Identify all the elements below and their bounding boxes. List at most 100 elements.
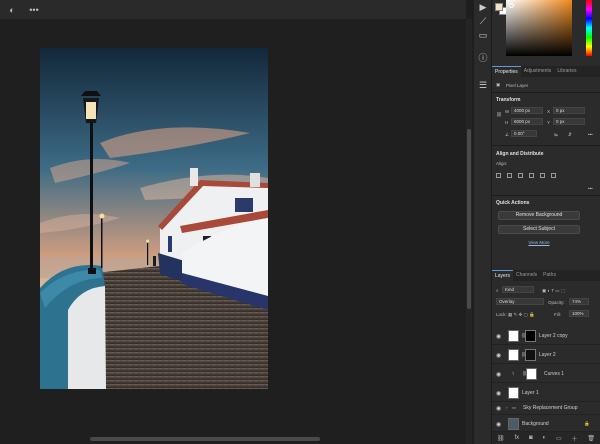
flip-vertical-icon[interactable]: ⇵ [568,132,572,138]
comment-icon[interactable]: ▭ [474,28,492,42]
x-label: X [547,109,551,114]
adjustment-layer-icon[interactable]: ◐ [542,435,546,441]
layer-name: Sky Replacement Group [523,405,578,411]
right-panel: Properties Adjustments Libraries ▣ Pixel… [492,0,600,444]
more-align-icon[interactable]: ••• [588,186,593,191]
curves-adjustment-icon: ⌇ [512,371,515,376]
brush-settings-icon[interactable]: ⟋ [474,14,492,28]
w-label: W [505,109,510,114]
more-options-icon[interactable]: ••• [588,132,593,137]
blend-mode-select[interactable]: Overlay [496,298,544,305]
divider [492,92,600,93]
lock-label: Lock: [496,312,507,317]
link-layers-icon[interactable]: ⛓ [497,435,505,442]
layer-name: Curves 1 [544,371,565,377]
eye-icon[interactable]: ◉ [496,405,501,412]
opacity-field[interactable]: 74% [569,298,589,305]
layer-row[interactable]: ◉ ⛓ Layer 2 copy [492,327,600,345]
color-picker-cursor[interactable] [509,3,514,8]
tab-adjustments[interactable]: Adjustments [521,66,555,77]
height-field[interactable]: 6000 px [511,118,543,125]
chevron-right-icon[interactable]: › [506,405,508,410]
pixel-layer-icon: ▣ [496,82,501,87]
add-mask-icon[interactable]: ◙ [529,435,533,441]
select-subject-button[interactable]: Select Subject [498,225,580,234]
align-left-icon[interactable] [496,173,501,178]
eye-icon[interactable]: ◉ [496,333,501,340]
layer-type-label: Pixel Layer [506,83,529,88]
layer-name: Layer 2 copy [539,333,568,339]
opacity-label: Opacity: [548,300,565,305]
align-right-icon[interactable] [518,173,523,178]
align-buttons [496,173,556,178]
layer-name: Layer 2 [539,352,556,358]
width-field[interactable]: 4000 px [511,107,543,114]
lock-icons[interactable]: ▦ ✎ ✥ ▢ 🔒 [508,312,535,318]
layer-mask-thumbnail[interactable] [525,330,536,342]
layer-row[interactable]: ◉ › ▭ Sky Replacement Group [492,401,600,415]
panel-tool-strip: ▶ ⟋ ▭ ⓘ ☰ [474,0,492,444]
delete-icon[interactable]: 🗑 [587,435,595,442]
new-layer-icon[interactable]: ＋ [572,434,578,443]
eye-icon[interactable]: ◉ [496,371,501,378]
tab-properties[interactable]: Properties [492,66,521,77]
layers-tabs: Layers Channels Paths [492,270,600,281]
filter-search-icon: ⌕ [496,288,499,293]
y-label: Y [547,120,551,125]
scroll-thumb[interactable] [467,129,471,309]
align-bottom-icon[interactable] [551,173,556,178]
angle-icon: ∠ [505,132,510,137]
align-center-icon[interactable] [507,173,512,178]
fill-field[interactable]: 100% [569,310,589,317]
half-circle-icon[interactable]: ◐ [6,4,18,16]
canvas-vertical-scrollbar[interactable] [466,19,472,444]
layer-thumbnail [508,330,519,342]
foreground-color-swatch[interactable] [495,3,503,11]
tab-libraries[interactable]: Libraries [554,66,579,77]
layer-row[interactable]: ◉ ⛓ Layer 2 [492,346,600,364]
color-picker-field[interactable] [506,0,572,56]
angle-field[interactable]: 0.00° [511,130,537,137]
new-group-icon[interactable]: ▭ [556,435,562,442]
photoshop-app: ◐ ••• ▶ ⟋ ▭ ⓘ ☰ Properties Adjustments L… [0,0,600,444]
flip-horizontal-icon[interactable]: ⇋ [554,132,558,138]
layer-row[interactable]: ◉ Layer 1 [492,384,600,402]
y-field[interactable]: 0 px [553,118,585,125]
tab-channels[interactable]: Channels [513,270,540,281]
eye-icon[interactable]: ◉ [496,390,501,397]
align-middle-icon[interactable] [540,173,545,178]
fx-icon[interactable]: fx [514,435,519,441]
align-top-icon[interactable] [529,173,534,178]
layer-name: Background [522,421,549,427]
filter-pixel-icon[interactable]: ▣ ◐ T ▭ ⬚ [542,288,565,294]
more-icon[interactable]: ••• [28,4,40,16]
quick-actions-heading[interactable]: Quick Actions [496,200,529,206]
x-field[interactable]: 0 px [553,107,585,114]
layer-mask-thumbnail[interactable] [526,368,537,380]
info-icon[interactable]: ⓘ [474,50,492,64]
layer-filter-select[interactable]: Kind [502,286,534,293]
lock-icon: 🔒 [584,421,590,426]
hue-slider[interactable] [586,0,592,56]
layers-bottom-bar: ⛓ fx ◙ ◐ ▭ ＋ 🗑 [492,432,600,444]
layer-row[interactable]: ◉ Background 🔒 [492,415,600,432]
layer-thumbnail [508,349,519,361]
adjust-icon[interactable]: ☰ [474,78,492,92]
canvas-horizontal-scrollbar[interactable] [90,437,320,441]
h-label: H [505,120,509,125]
play-icon[interactable]: ▶ [474,0,492,14]
tab-paths[interactable]: Paths [540,270,559,281]
layer-name: Layer 1 [522,390,539,396]
layer-mask-thumbnail[interactable] [525,349,536,361]
align-heading[interactable]: Align and Distribute [496,151,544,157]
tab-layers[interactable]: Layers [492,270,514,281]
align-label: Align: [496,161,508,166]
view-more-link[interactable]: View More [492,240,586,245]
link-icon[interactable]: ⛓ [496,112,502,118]
layer-row[interactable]: ◉ ⌇ ⛓ Curves 1 [492,365,600,383]
eye-icon[interactable]: ◉ [496,421,501,428]
eye-icon[interactable]: ◉ [496,352,501,359]
remove-background-button[interactable]: Remove Background [498,211,580,220]
document-image[interactable] [40,48,268,389]
transform-heading[interactable]: Transform [496,97,520,103]
